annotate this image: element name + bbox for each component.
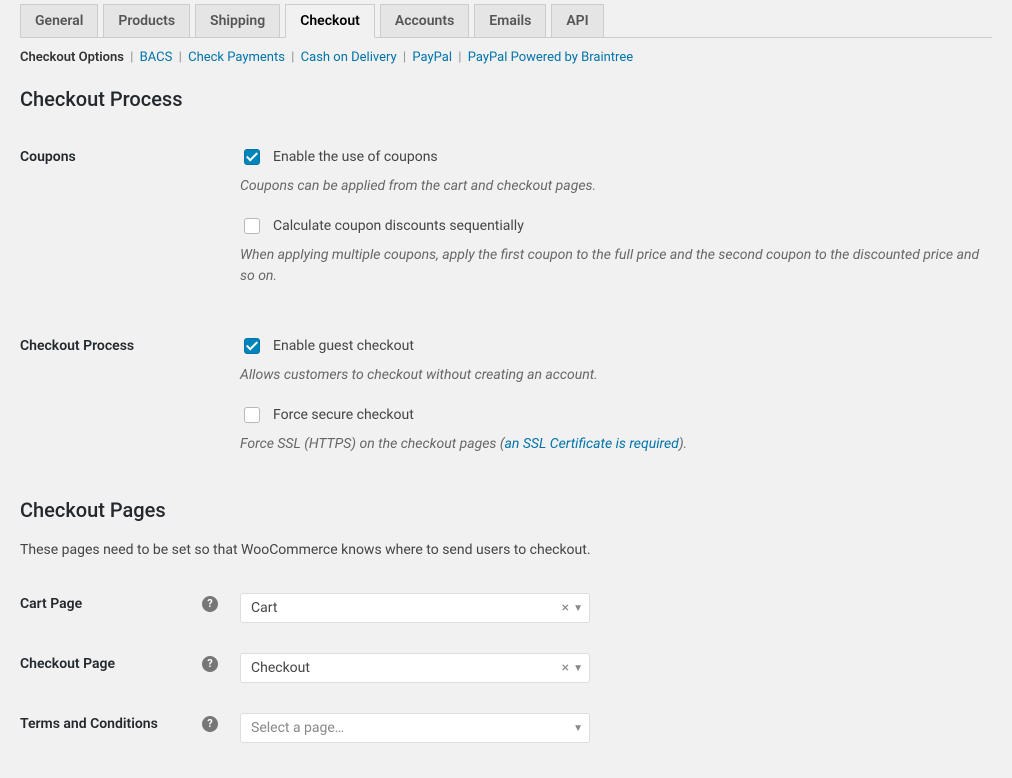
link-ssl-required[interactable]: an SSL Certificate is required (505, 436, 679, 452)
subnav-current: Checkout Options (20, 50, 124, 65)
subnav-paypal-braintree[interactable]: PayPal Powered by Braintree (468, 50, 633, 65)
tab-checkout[interactable]: Checkout (285, 4, 375, 38)
tab-accounts[interactable]: Accounts (380, 4, 469, 37)
desc-guest-checkout: Allows customers to checkout without cre… (240, 365, 982, 386)
checkout-subnav: Checkout Options | BACS | Check Payments… (20, 38, 992, 77)
chevron-down-icon: ▼ (573, 603, 583, 614)
checkbox-sequential-coupons-label: Calculate coupon discounts sequentially (273, 218, 524, 234)
checkbox-enable-coupons-label: Enable the use of coupons (273, 149, 438, 165)
desc-force-secure: Force SSL (HTTPS) on the checkout pages … (240, 434, 982, 455)
tab-emails[interactable]: Emails (474, 4, 546, 37)
label-checkout-process: Checkout Process (20, 320, 240, 488)
label-terms-page: Terms and Conditions (20, 716, 158, 732)
tab-api[interactable]: API (551, 4, 603, 37)
chevron-down-icon: ▼ (573, 663, 583, 674)
checkbox-guest-checkout[interactable] (244, 338, 260, 354)
help-icon[interactable]: ? (202, 716, 218, 732)
clear-icon[interactable]: × (562, 600, 569, 616)
label-coupons: Coupons (20, 131, 240, 320)
checkbox-force-secure-label: Force secure checkout (273, 407, 414, 423)
chevron-down-icon: ▼ (573, 723, 583, 734)
select-cart-page[interactable]: Cart × ▼ (240, 593, 590, 623)
tab-general[interactable]: General (20, 4, 98, 37)
tab-shipping[interactable]: Shipping (195, 4, 280, 37)
checkbox-sequential-coupons[interactable] (244, 218, 260, 234)
settings-tabs: General Products Shipping Checkout Accou… (20, 0, 992, 38)
select-checkout-page[interactable]: Checkout × ▼ (240, 653, 590, 683)
select-terms-page-placeholder: Select a page… (251, 720, 344, 736)
label-checkout-page: Checkout Page (20, 656, 115, 672)
help-icon[interactable]: ? (202, 656, 218, 672)
checkbox-enable-coupons[interactable] (244, 149, 260, 165)
tab-products[interactable]: Products (103, 4, 190, 37)
checkbox-force-secure[interactable] (244, 407, 260, 423)
checkbox-guest-checkout-label: Enable guest checkout (273, 338, 414, 354)
subnav-paypal[interactable]: PayPal (412, 50, 452, 65)
clear-icon[interactable]: × (562, 660, 569, 676)
label-cart-page: Cart Page (20, 596, 82, 612)
section-heading-process: Checkout Process (20, 87, 992, 111)
select-terms-page[interactable]: Select a page… ▼ (240, 713, 590, 743)
desc-sequential-coupons: When applying multiple coupons, apply th… (240, 245, 982, 287)
help-icon[interactable]: ? (202, 596, 218, 612)
select-cart-page-value: Cart (251, 600, 277, 616)
subnav-check-payments[interactable]: Check Payments (188, 50, 285, 65)
section-pages-desc: These pages need to be set so that WooCo… (20, 542, 992, 558)
section-heading-pages: Checkout Pages (20, 498, 992, 522)
subnav-cod[interactable]: Cash on Delivery (301, 50, 397, 65)
select-checkout-page-value: Checkout (251, 660, 310, 676)
subnav-bacs[interactable]: BACS (140, 50, 173, 65)
desc-enable-coupons: Coupons can be applied from the cart and… (240, 176, 982, 197)
